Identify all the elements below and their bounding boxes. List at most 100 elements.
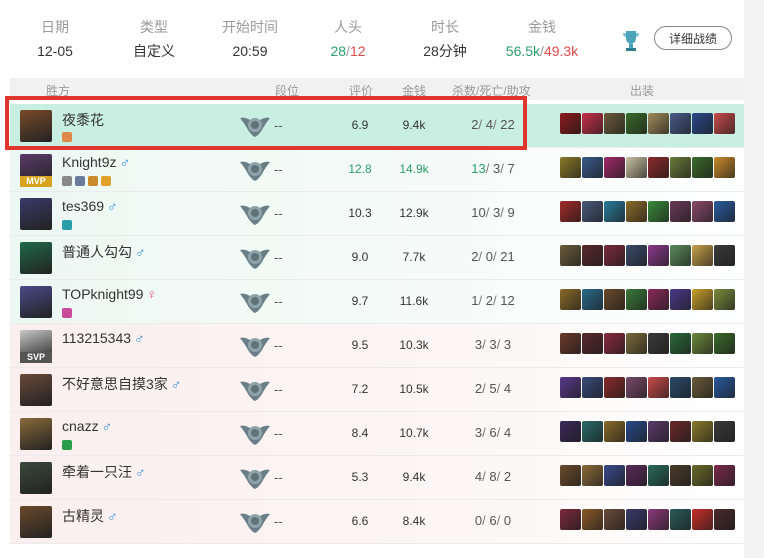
item-icon[interactable] xyxy=(626,421,647,442)
item-icon[interactable] xyxy=(604,509,625,530)
player-row[interactable]: 牵着一只汪 ♂ -- 5.3 9.4k 4/ 8/ 2 xyxy=(10,456,744,500)
item-icon[interactable] xyxy=(692,509,713,530)
item-icon[interactable] xyxy=(670,509,691,530)
player-name[interactable]: TOPknight99 ♀ xyxy=(62,286,157,302)
item-icon[interactable] xyxy=(670,421,691,442)
player-name[interactable]: 牵着一只汪 ♂ xyxy=(62,462,146,482)
item-icon[interactable] xyxy=(626,465,647,486)
item-icon[interactable] xyxy=(604,377,625,398)
player-name-text[interactable]: tes369 xyxy=(62,198,104,214)
item-icon[interactable] xyxy=(560,333,581,354)
player-name-text[interactable]: 不好意思自摸3家 xyxy=(62,376,168,392)
item-icon[interactable] xyxy=(714,113,735,134)
player-row[interactable]: 普通人勾勾 ♂ -- 9.0 7.7k 2/ 0/ 21 xyxy=(10,236,744,280)
item-icon[interactable] xyxy=(604,289,625,310)
champion-avatar[interactable] xyxy=(20,242,52,274)
player-row[interactable]: MVP Knight9z ♂ -- 12.8 14.9k 13/ 3/ 7 xyxy=(10,148,744,192)
item-icon[interactable] xyxy=(604,421,625,442)
item-icon[interactable] xyxy=(648,245,669,266)
item-icon[interactable] xyxy=(670,377,691,398)
item-icon[interactable] xyxy=(626,333,647,354)
player-name[interactable]: 普通人勾勾 ♂ xyxy=(62,242,146,262)
item-icon[interactable] xyxy=(648,289,669,310)
item-icon[interactable] xyxy=(626,245,647,266)
item-icon[interactable] xyxy=(692,157,713,178)
item-icon[interactable] xyxy=(582,245,603,266)
champion-avatar[interactable] xyxy=(20,198,52,230)
item-icon[interactable] xyxy=(604,465,625,486)
player-row[interactable]: 古精灵 ♂ -- 6.6 8.4k 0/ 6/ 0 xyxy=(10,500,744,544)
player-row[interactable]: TOPknight99 ♀ -- 9.7 11.6k 1/ 2/ 12 xyxy=(10,280,744,324)
champion-avatar[interactable] xyxy=(20,374,52,406)
player-name[interactable]: 113215343 ♂ xyxy=(62,330,145,346)
item-icon[interactable] xyxy=(560,289,581,310)
player-row[interactable]: 不好意思自摸3家 ♂ -- 7.2 10.5k 2/ 5/ 4 xyxy=(10,368,744,412)
item-icon[interactable] xyxy=(714,289,735,310)
item-icon[interactable] xyxy=(714,333,735,354)
item-icon[interactable] xyxy=(648,509,669,530)
item-icon[interactable] xyxy=(692,113,713,134)
item-icon[interactable] xyxy=(626,509,647,530)
item-icon[interactable] xyxy=(692,245,713,266)
item-icon[interactable] xyxy=(670,333,691,354)
champion-avatar[interactable] xyxy=(20,506,52,538)
item-icon[interactable] xyxy=(714,201,735,222)
item-icon[interactable] xyxy=(626,201,647,222)
item-icon[interactable] xyxy=(648,157,669,178)
player-name[interactable]: Knight9z ♂ xyxy=(62,154,130,170)
player-name-text[interactable]: 普通人勾勾 xyxy=(62,244,132,260)
item-icon[interactable] xyxy=(670,201,691,222)
item-icon[interactable] xyxy=(626,377,647,398)
item-icon[interactable] xyxy=(582,157,603,178)
item-icon[interactable] xyxy=(604,157,625,178)
item-icon[interactable] xyxy=(582,113,603,134)
item-icon[interactable] xyxy=(560,157,581,178)
player-row[interactable]: tes369 ♂ -- 10.3 12.9k 10/ 3/ 9 xyxy=(10,192,744,236)
player-name-text[interactable]: Knight9z xyxy=(62,154,116,170)
item-icon[interactable] xyxy=(560,421,581,442)
item-icon[interactable] xyxy=(692,421,713,442)
item-icon[interactable] xyxy=(582,289,603,310)
item-icon[interactable] xyxy=(648,113,669,134)
item-icon[interactable] xyxy=(670,289,691,310)
champion-avatar[interactable] xyxy=(20,462,52,494)
item-icon[interactable] xyxy=(604,333,625,354)
item-icon[interactable] xyxy=(582,201,603,222)
item-icon[interactable] xyxy=(670,465,691,486)
item-icon[interactable] xyxy=(560,509,581,530)
item-icon[interactable] xyxy=(714,377,735,398)
player-name[interactable]: 古精灵 ♂ xyxy=(62,506,118,526)
player-name[interactable]: tes369 ♂ xyxy=(62,198,118,214)
player-name[interactable]: cnazz ♂ xyxy=(62,418,112,434)
player-name-text[interactable]: 113215343 xyxy=(62,330,131,346)
item-icon[interactable] xyxy=(604,113,625,134)
detail-stats-button[interactable]: 详细战绩 xyxy=(654,26,732,50)
item-icon[interactable] xyxy=(692,289,713,310)
item-icon[interactable] xyxy=(648,377,669,398)
player-row[interactable]: SVP 113215343 ♂ -- 9.5 10.3k 3/ 3/ 3 xyxy=(10,324,744,368)
item-icon[interactable] xyxy=(648,465,669,486)
item-icon[interactable] xyxy=(692,201,713,222)
player-name-text[interactable]: 牵着一只汪 xyxy=(62,464,132,480)
item-icon[interactable] xyxy=(560,245,581,266)
item-icon[interactable] xyxy=(648,421,669,442)
item-icon[interactable] xyxy=(560,113,581,134)
player-row[interactable]: cnazz ♂ -- 8.4 10.7k 3/ 6/ 4 xyxy=(10,412,744,456)
item-icon[interactable] xyxy=(604,245,625,266)
item-icon[interactable] xyxy=(714,421,735,442)
item-icon[interactable] xyxy=(714,509,735,530)
item-icon[interactable] xyxy=(626,289,647,310)
item-icon[interactable] xyxy=(648,333,669,354)
item-icon[interactable] xyxy=(604,201,625,222)
item-icon[interactable] xyxy=(714,157,735,178)
item-icon[interactable] xyxy=(714,245,735,266)
player-name-text[interactable]: TOPknight99 xyxy=(62,286,143,302)
player-name-text[interactable]: 古精灵 xyxy=(62,508,104,524)
item-icon[interactable] xyxy=(582,465,603,486)
champion-avatar[interactable] xyxy=(20,286,52,318)
item-icon[interactable] xyxy=(582,333,603,354)
item-icon[interactable] xyxy=(626,157,647,178)
item-icon[interactable] xyxy=(670,245,691,266)
item-icon[interactable] xyxy=(648,201,669,222)
player-name[interactable]: 不好意思自摸3家 ♂ xyxy=(62,374,181,394)
